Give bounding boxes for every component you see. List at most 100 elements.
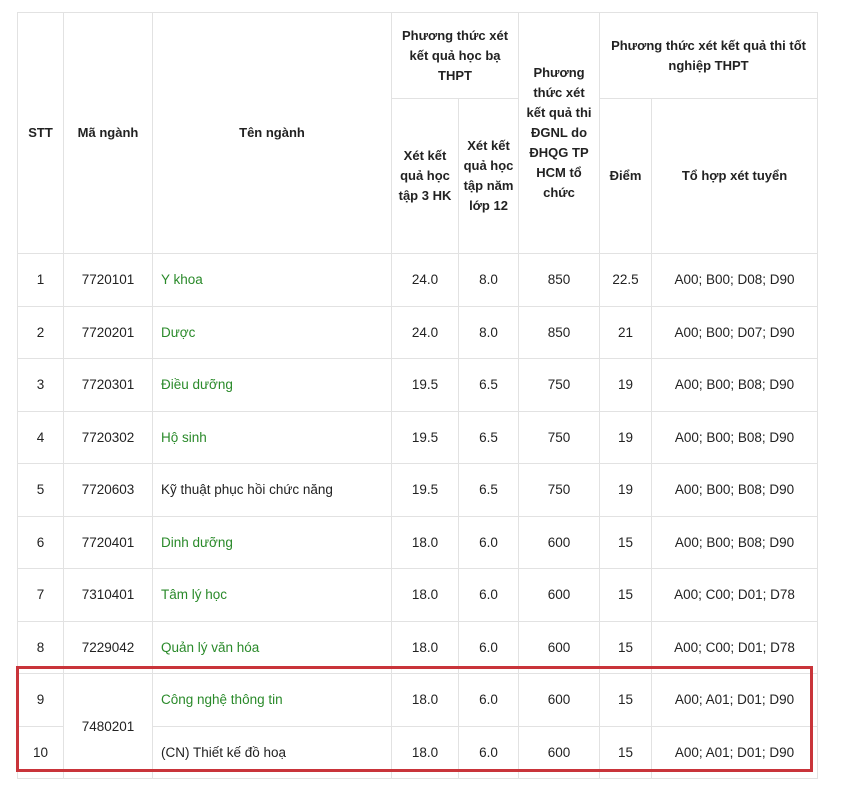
cell-lop12: 6.5 — [457, 463, 520, 517]
cell-lop12: 8.0 — [457, 253, 520, 307]
cell-code: 7720201 — [63, 305, 153, 359]
cell-diem: 19 — [599, 463, 653, 517]
cell-hk3: 18.0 — [391, 673, 459, 727]
cell-tohop: A00; B00; B08; D90 — [651, 463, 819, 517]
cell-stt: 1 — [17, 253, 64, 307]
cell-hk3: 18.0 — [391, 620, 459, 674]
table-row: 4 7720302 Hộ sinh 19.5 6.5 750 19 A00; B… — [17, 410, 819, 464]
cell-hk3: 24.0 — [391, 253, 459, 307]
cell-code: 7310401 — [63, 568, 153, 622]
cell-tohop: A00; B00; B08; D90 — [651, 358, 819, 412]
cell-dgnl: 850 — [518, 305, 601, 359]
cell-dgnl: 850 — [518, 253, 601, 307]
cell-diem: 15 — [599, 673, 653, 727]
cell-lop12: 6.0 — [457, 568, 520, 622]
cell-tohop: A00; A01; D01; D90 — [651, 673, 819, 727]
cell-dgnl: 750 — [518, 358, 601, 412]
table-row: 3 7720301 Điều dưỡng 19.5 6.5 750 19 A00… — [17, 358, 819, 412]
cell-diem: 19 — [599, 358, 653, 412]
major-link-quan-ly-van-hoa[interactable]: Quản lý văn hóa — [152, 620, 392, 674]
major-link-ho-sinh[interactable]: Hộ sinh — [152, 410, 392, 464]
cell-tohop: A00; B00; B08; D90 — [651, 410, 819, 464]
cell-diem: 15 — [599, 620, 653, 674]
cell-lop12: 6.0 — [457, 515, 520, 569]
cell-tohop: A00; B00; D07; D90 — [651, 305, 819, 359]
table-row: 6 7720401 Dinh dưỡng 18.0 6.0 600 15 A00… — [17, 515, 819, 569]
header-code: Mã ngành — [63, 12, 153, 254]
cell-code: 7720302 — [63, 410, 153, 464]
header-tohop: Tổ hợp xét tuyển — [651, 98, 819, 254]
major-link-duoc[interactable]: Dược — [152, 305, 392, 359]
cell-lop12: 8.0 — [457, 305, 520, 359]
cell-stt: 7 — [17, 568, 64, 622]
cell-code: 7720603 — [63, 463, 153, 517]
cell-hk3: 19.5 — [391, 463, 459, 517]
table-row: 5 7720603 Kỹ thuật phục hồi chức năng 19… — [17, 463, 819, 517]
cell-stt: 5 — [17, 463, 64, 517]
cell-diem: 15 — [599, 568, 653, 622]
major-link-tam-ly-hoc[interactable]: Tâm lý học — [152, 568, 392, 622]
header-lop12: Xét kết quả học tập năm lớp 12 — [457, 98, 520, 254]
cell-diem: 19 — [599, 410, 653, 464]
cell-tohop: A00; C00; D01; D78 — [651, 568, 819, 622]
cell-tohop: A00; B00; B08; D90 — [651, 515, 819, 569]
cell-code: 7720301 — [63, 358, 153, 412]
cell-stt: 2 — [17, 305, 64, 359]
cell-hk3: 24.0 — [391, 305, 459, 359]
major-name-ky-thuat-phuc-hoi-chuc-nang: Kỹ thuật phục hồi chức năng — [152, 463, 392, 517]
cell-lop12: 6.5 — [457, 358, 520, 412]
cell-tohop: A00; A01; D01; D90 — [651, 725, 819, 779]
header-hk3: Xét kết quả học tập 3 HK — [391, 98, 459, 254]
cell-stt: 3 — [17, 358, 64, 412]
header-stt: STT — [17, 12, 64, 254]
cell-lop12: 6.0 — [457, 620, 520, 674]
cell-dgnl: 750 — [518, 463, 601, 517]
cell-dgnl: 600 — [518, 620, 601, 674]
cell-lop12: 6.5 — [457, 410, 520, 464]
cell-hk3: 19.5 — [391, 358, 459, 412]
header-group-thpt: Phương thức xét kết quả thi tốt nghiệp T… — [599, 12, 819, 99]
table-row: 1 7720101 Y khoa 24.0 8.0 850 22.5 A00; … — [17, 253, 819, 307]
major-link-dinh-duong[interactable]: Dinh dưỡng — [152, 515, 392, 569]
major-link-y-khoa[interactable]: Y khoa — [152, 253, 392, 307]
header-dgnl: Phương thức xét kết quả thi ĐGNL do ĐHQG… — [518, 12, 601, 254]
cell-diem: 15 — [599, 725, 653, 779]
cell-stt: 8 — [17, 620, 64, 674]
admission-score-table: STT Mã ngành Tên ngành Phương thức xét k… — [17, 12, 819, 779]
cell-stt: 10 — [17, 725, 64, 779]
cell-code: 7720101 — [63, 253, 153, 307]
header-name: Tên ngành — [152, 12, 392, 254]
cell-hk3: 18.0 — [391, 568, 459, 622]
table-row: 2 7720201 Dược 24.0 8.0 850 21 A00; B00;… — [17, 305, 819, 359]
cell-dgnl: 600 — [518, 725, 601, 779]
cell-dgnl: 600 — [518, 568, 601, 622]
cell-lop12: 6.0 — [457, 725, 520, 779]
cell-hk3: 19.5 — [391, 410, 459, 464]
cell-tohop: A00; C00; D01; D78 — [651, 620, 819, 674]
admission-table-container: STT Mã ngành Tên ngành Phương thức xét k… — [17, 12, 819, 779]
table-row: 9 7480201 Công nghệ thông tin 18.0 6.0 6… — [17, 673, 819, 779]
cell-stt: 6 — [17, 515, 64, 569]
cell-code-merged: 7480201 — [63, 673, 153, 779]
cell-lop12: 6.0 — [457, 673, 520, 727]
cell-diem: 15 — [599, 515, 653, 569]
cell-dgnl: 600 — [518, 515, 601, 569]
major-link-cong-nghe-thong-tin[interactable]: Công nghệ thông tin — [152, 673, 392, 727]
cell-dgnl: 750 — [518, 410, 601, 464]
cell-stt: 4 — [17, 410, 64, 464]
cell-stt: 9 — [17, 673, 64, 727]
table-row: 7 7310401 Tâm lý học 18.0 6.0 600 15 A00… — [17, 568, 819, 622]
major-name-thiet-ke-do-hoa: (CN) Thiết kế đồ hoạ — [152, 725, 392, 779]
cell-tohop: A00; B00; D08; D90 — [651, 253, 819, 307]
cell-code: 7229042 — [63, 620, 153, 674]
cell-dgnl: 600 — [518, 673, 601, 727]
header-group-hocba: Phương thức xét kết quả học bạ THPT — [390, 12, 520, 99]
cell-diem: 21 — [599, 305, 653, 359]
cell-hk3: 18.0 — [391, 515, 459, 569]
cell-diem: 22.5 — [599, 253, 653, 307]
header-diem: Điểm — [599, 98, 653, 254]
table-row: 8 7229042 Quản lý văn hóa 18.0 6.0 600 1… — [17, 620, 819, 674]
cell-code: 7720401 — [63, 515, 153, 569]
cell-hk3: 18.0 — [391, 725, 459, 779]
major-link-dieu-duong[interactable]: Điều dưỡng — [152, 358, 392, 412]
